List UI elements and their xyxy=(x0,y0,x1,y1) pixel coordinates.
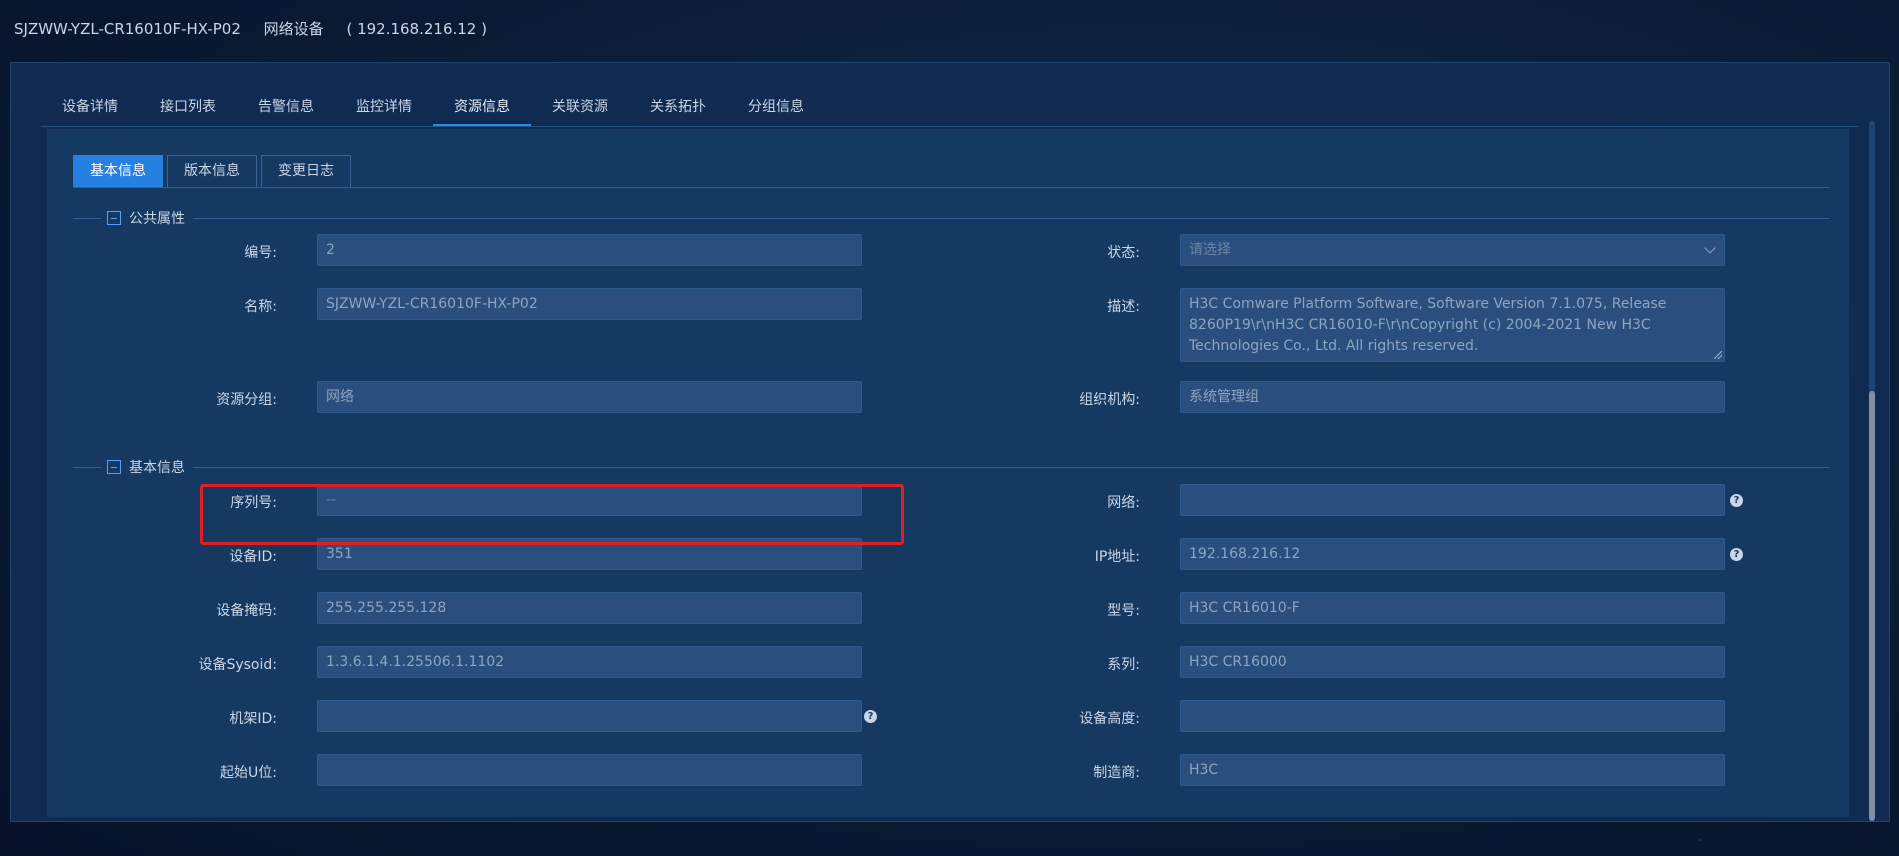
organization-field[interactable]: 系统管理组 xyxy=(1180,381,1725,413)
device-ip: ( 192.168.216.12 ) xyxy=(346,20,487,38)
device-detail-window: 设备详情 接口列表 告警信息 监控详情 资源信息 关联资源 关系拓扑 分组信息 … xyxy=(10,62,1890,822)
status-placeholder: 请选择 xyxy=(1189,242,1231,258)
manufacturer-label: 制造商: xyxy=(1093,765,1140,781)
vertical-scrollbar[interactable] xyxy=(1869,121,1875,821)
tab-interface-list[interactable]: 接口列表 xyxy=(139,93,237,126)
name-field[interactable]: SJZWW-YZL-CR16010F-HX-P02 xyxy=(317,288,862,320)
collapse-icon[interactable] xyxy=(107,211,121,225)
help-icon[interactable]: ? xyxy=(1730,494,1743,507)
subtab-change-log[interactable]: 变更日志 xyxy=(261,155,351,187)
name-label: 名称: xyxy=(244,299,277,315)
serial-label: 序列号: xyxy=(230,495,277,511)
mask-label: 设备掩码: xyxy=(216,603,277,619)
network-field[interactable] xyxy=(1180,484,1725,516)
sysoid-field[interactable]: 1.3.6.1.4.1.25506.1.1102 xyxy=(317,646,862,678)
resource-group-label: 资源分组: xyxy=(216,392,277,408)
ip-address-field[interactable]: 192.168.216.12 xyxy=(1180,538,1725,570)
tab-resource-info[interactable]: 资源信息 xyxy=(433,93,531,126)
series-label: 系列: xyxy=(1107,657,1140,673)
model-field[interactable]: H3C CR16010-F xyxy=(1180,592,1725,624)
sysoid-label: 设备Sysoid: xyxy=(198,657,277,673)
resource-group-field[interactable]: 网络 xyxy=(317,381,862,413)
series-field[interactable]: H3C CR16000 xyxy=(1180,646,1725,678)
network-label: 网络: xyxy=(1107,495,1140,511)
description-text: H3C Comware Platform Software, Software … xyxy=(1189,296,1667,354)
tabs-divider xyxy=(41,126,1859,127)
description-label: 描述: xyxy=(1107,299,1140,315)
description-textarea[interactable]: H3C Comware Platform Software, Software … xyxy=(1180,288,1725,362)
number-field[interactable]: 2 xyxy=(317,234,862,266)
help-icon[interactable]: ? xyxy=(1730,548,1743,561)
subtab-version-info[interactable]: 版本信息 xyxy=(167,155,257,187)
device-type: 网络设备 xyxy=(263,20,324,38)
section-basic-info: 基本信息 xyxy=(73,457,1829,477)
tab-alarm-info[interactable]: 告警信息 xyxy=(237,93,335,126)
help-icon[interactable]: ? xyxy=(864,710,877,723)
serial-field[interactable]: -- xyxy=(317,484,862,516)
device-height-label: 设备高度: xyxy=(1079,711,1140,727)
status-label: 状态: xyxy=(1107,245,1140,261)
model-label: 型号: xyxy=(1107,603,1140,619)
start-u-field[interactable] xyxy=(317,754,862,786)
tab-monitor-detail[interactable]: 监控详情 xyxy=(335,93,433,126)
organization-label: 组织机构: xyxy=(1079,392,1140,408)
section-title: 公共属性 xyxy=(129,211,185,227)
resize-handle-icon[interactable] xyxy=(1714,351,1722,359)
tab-group-info[interactable]: 分组信息 xyxy=(727,93,825,126)
number-label: 编号: xyxy=(244,245,277,261)
mask-field[interactable]: 255.255.255.128 xyxy=(317,592,862,624)
tab-device-detail[interactable]: 设备详情 xyxy=(41,93,139,126)
section-title: 基本信息 xyxy=(129,460,185,476)
status-select[interactable]: 请选择 xyxy=(1180,234,1725,266)
start-u-label: 起始U位: xyxy=(220,765,277,781)
chevron-down-icon xyxy=(1704,242,1716,254)
sub-tabs: 基本信息 版本信息 变更日志 xyxy=(73,155,351,187)
rack-id-label: 机架ID: xyxy=(229,711,277,727)
subtabs-divider xyxy=(73,187,1829,188)
section-public-attributes: 公共属性 xyxy=(73,208,1829,228)
collapse-icon[interactable] xyxy=(107,460,121,474)
device-height-field[interactable] xyxy=(1180,700,1725,732)
subtab-basic-info[interactable]: 基本信息 xyxy=(73,155,163,187)
main-tabs: 设备详情 接口列表 告警信息 监控详情 资源信息 关联资源 关系拓扑 分组信息 xyxy=(41,93,825,126)
device-name: SJZWW-YZL-CR16010F-HX-P02 xyxy=(14,20,241,38)
window-title: SJZWW-YZL-CR16010F-HX-P02 网络设备 ( 192.168… xyxy=(14,18,505,39)
tab-relation-topology[interactable]: 关系拓扑 xyxy=(629,93,727,126)
device-id-field[interactable]: 351 xyxy=(317,538,862,570)
scrollbar-thumb[interactable] xyxy=(1869,391,1875,821)
device-id-label: 设备ID: xyxy=(229,549,277,565)
ip-address-label: IP地址: xyxy=(1094,549,1140,565)
tab-related-resources[interactable]: 关联资源 xyxy=(531,93,629,126)
manufacturer-field[interactable]: H3C xyxy=(1180,754,1725,786)
rack-id-field[interactable] xyxy=(317,700,862,732)
resource-info-panel: 基本信息 版本信息 变更日志 公共属性 编号: 2 状态: 请选择 名称: SJ… xyxy=(47,129,1849,817)
